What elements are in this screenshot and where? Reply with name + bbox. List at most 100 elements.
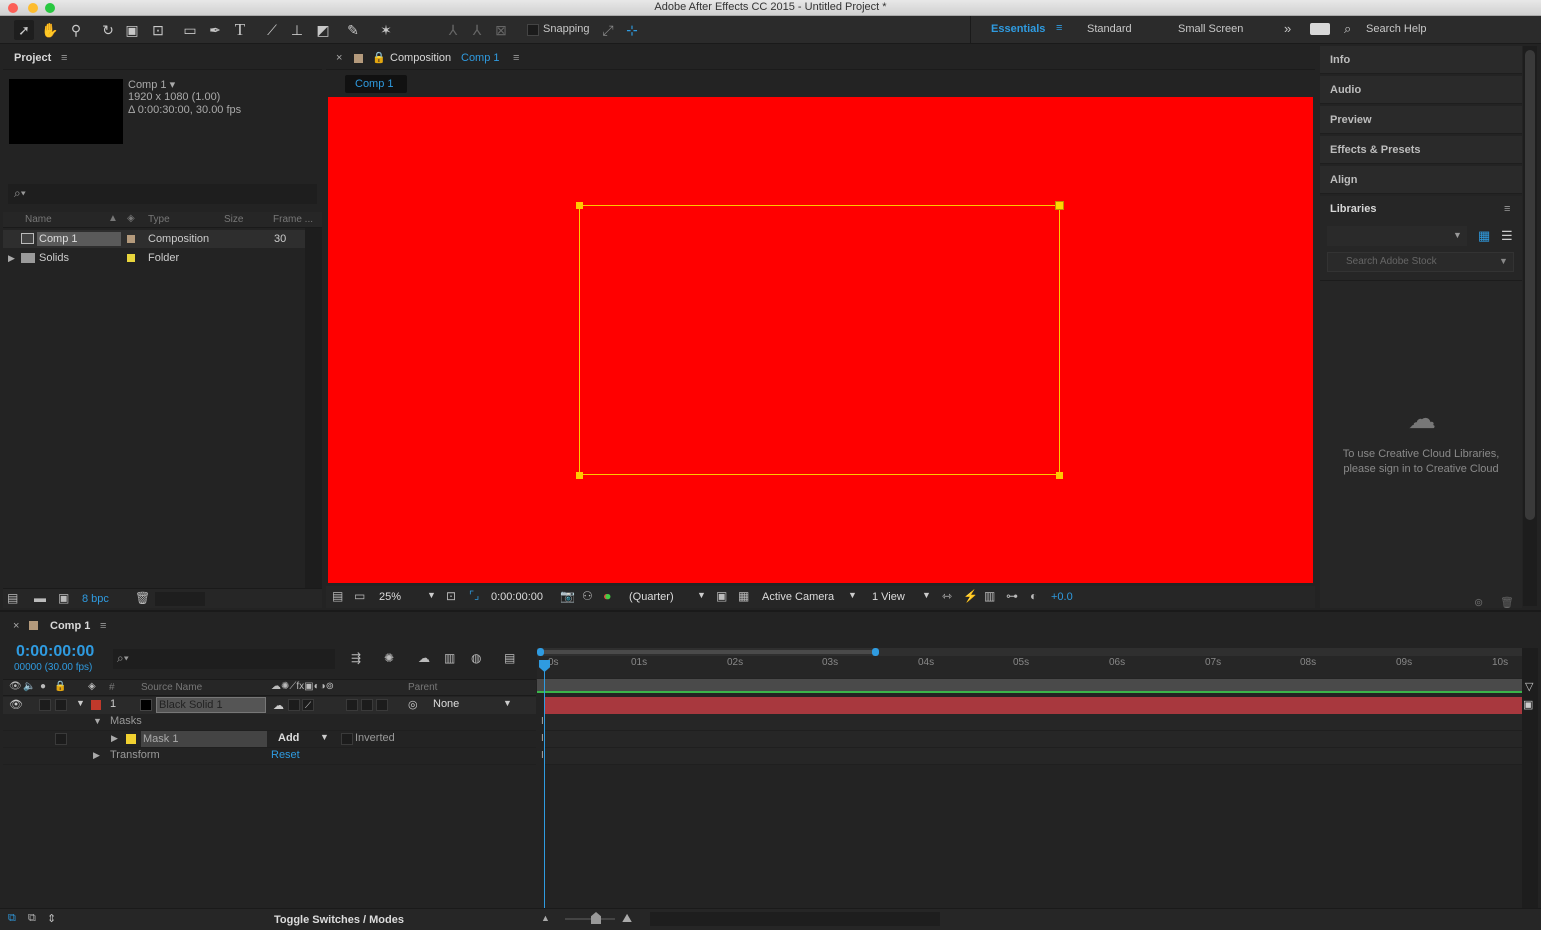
fast-previews-icon[interactable]: ▣ <box>716 589 727 603</box>
rotation-tool-icon[interactable]: ↻ <box>98 20 118 40</box>
workspace-standard[interactable]: Standard <box>1087 23 1132 35</box>
parent-select[interactable]: None <box>433 698 459 710</box>
playhead-line[interactable] <box>544 662 545 908</box>
expand-arrow-icon[interactable]: ▼ <box>93 716 102 726</box>
draft-3d-icon[interactable]: ✺ <box>384 651 394 665</box>
layer-row-black-solid[interactable]: 👁 ▼ 1 Black Solid 1 ☁ ⟋ ◎ None ▼ <box>3 697 536 714</box>
motion-blur-icon[interactable]: ◍ <box>471 651 481 665</box>
snap-edges-icon[interactable]: ⤢ <box>598 20 618 40</box>
fast-draft-icon[interactable]: ⚡ <box>963 589 978 603</box>
hand-tool-icon[interactable]: ✋ <box>40 20 60 40</box>
video-visibility-icon[interactable]: 👁 <box>9 681 22 692</box>
column-parent[interactable]: Parent <box>408 682 437 693</box>
local-axis-icon[interactable]: ⅄ <box>443 20 463 40</box>
label-swatch[interactable] <box>127 254 135 262</box>
masks-group-row[interactable]: ▼ Masks <box>3 714 536 731</box>
mask-name[interactable]: Mask 1 <box>141 731 267 747</box>
right-panel-scrollbar[interactable] <box>1523 46 1537 606</box>
timeline-zoom-slider[interactable] <box>565 918 615 920</box>
label-swatch[interactable] <box>127 235 135 243</box>
navigator-end-handle[interactable] <box>872 648 879 656</box>
project-thumbnail-slider[interactable] <box>155 592 205 606</box>
adjustment-switch[interactable] <box>361 699 373 714</box>
motion-blur-switch[interactable] <box>346 699 358 714</box>
clone-stamp-tool-icon[interactable]: ⊥ <box>287 20 307 40</box>
sync-settings-icon[interactable] <box>1310 23 1330 35</box>
layer-duration-bar[interactable] <box>545 697 1522 714</box>
lock-icon[interactable]: 🔒 <box>54 681 66 692</box>
column-name[interactable]: Name <box>25 214 52 225</box>
list-view-icon[interactable]: ☰ <box>1501 228 1513 244</box>
expand-modes-icon[interactable]: ⧉ <box>28 912 36 925</box>
brush-tool-icon[interactable]: ⟋ <box>262 20 282 40</box>
type-tool-icon[interactable]: T <box>230 20 250 40</box>
project-item-folder[interactable]: ▶ Solids Folder <box>3 249 305 267</box>
transform-reset-link[interactable]: Reset <box>271 749 300 761</box>
adobe-stock-search-input[interactable]: Search Adobe Stock ▼ <box>1327 252 1514 272</box>
quality-switch[interactable]: ⟋ <box>302 699 314 711</box>
project-panel-menu-icon[interactable]: ≡ <box>61 52 67 64</box>
toggle-switches-modes-button[interactable]: Toggle Switches / Modes <box>274 914 404 926</box>
color-channels-icon[interactable]: ●● <box>603 589 612 603</box>
composition-tab-name[interactable]: Comp 1 <box>461 52 500 64</box>
timeline-icon[interactable]: ▥ <box>984 589 995 603</box>
layer-marker-icon[interactable]: ▣ <box>1523 698 1533 711</box>
zoom-in-icon[interactable]: ⛰ <box>622 911 632 926</box>
trash-icon[interactable]: 🗑 <box>1500 596 1514 609</box>
mask-vertex-handle[interactable] <box>576 202 583 209</box>
view-layout-select[interactable]: 1 View <box>872 591 905 603</box>
snap-features-icon[interactable]: ⊹ <box>622 20 642 40</box>
mask-lock-switch[interactable] <box>55 733 67 748</box>
flowchart-icon[interactable]: ⊶ <box>1006 589 1018 603</box>
3d-layer-switch[interactable] <box>376 699 388 714</box>
mask-mode-select[interactable]: Add <box>278 732 299 744</box>
label-column-icon[interactable]: ◈ <box>127 213 135 224</box>
exposure-value[interactable]: +0.0 <box>1051 591 1073 603</box>
roto-brush-tool-icon[interactable]: ✎ <box>343 20 363 40</box>
pan-behind-tool-icon[interactable]: ⊡ <box>148 20 168 40</box>
trash-icon[interactable]: 🗑 <box>135 591 150 605</box>
project-item-name[interactable]: Comp 1 <box>37 232 121 246</box>
comp-info-name[interactable]: Comp 1 ▾ <box>128 78 175 91</box>
expand-arrow-icon[interactable]: ▶ <box>93 750 100 761</box>
pen-tool-icon[interactable]: ✒ <box>205 20 225 40</box>
region-of-interest-icon[interactable]: ⌜⌟ <box>469 589 479 602</box>
library-select[interactable]: ▼ <box>1327 226 1467 246</box>
interpret-footage-icon[interactable]: ▤ <box>7 591 18 605</box>
collapse-switch[interactable] <box>288 699 300 714</box>
libraries-tab[interactable]: Libraries <box>1330 203 1376 215</box>
composition-tab-prefix[interactable]: Composition <box>390 52 451 64</box>
reset-exposure-icon[interactable]: ◐ <box>1030 589 1037 603</box>
shy-switch-icon[interactable]: ☁ <box>273 699 284 712</box>
snapping-checkbox[interactable] <box>527 24 539 36</box>
workspace-essentials[interactable]: Essentials <box>991 23 1045 35</box>
expand-arrow-icon[interactable]: ▶ <box>111 733 118 744</box>
project-tab[interactable]: Project <box>14 52 51 64</box>
mask-path-outline[interactable] <box>579 205 1060 475</box>
chevron-down-icon[interactable]: ▼ <box>848 590 857 600</box>
mask-color-swatch[interactable] <box>126 734 136 744</box>
selection-tool-icon[interactable]: ➚ <box>14 20 34 40</box>
chevron-down-icon[interactable]: ▼ <box>697 590 706 600</box>
mask-row[interactable]: ▶ Mask 1 Add ▼ Inverted <box>3 731 536 748</box>
frame-blending-icon[interactable]: ▥ <box>444 651 455 665</box>
close-panel-icon[interactable]: × <box>13 620 19 632</box>
layer-source-name[interactable]: Black Solid 1 <box>156 697 266 713</box>
chevron-down-icon[interactable]: ▼ <box>427 590 436 600</box>
time-navigator-range[interactable] <box>540 650 876 654</box>
libraries-panel-menu-icon[interactable]: ≡ <box>1504 203 1510 215</box>
search-help-icon[interactable]: ⌕ <box>1344 21 1351 37</box>
composition-mini-flowchart-icon[interactable]: ⇶ <box>351 651 361 665</box>
expand-arrow-icon[interactable]: ▶ <box>8 249 15 267</box>
rectangle-tool-icon[interactable]: ▭ <box>180 20 200 40</box>
visibility-eye-icon[interactable]: 👁 <box>9 698 23 711</box>
preview-panel-tab[interactable]: Preview <box>1320 106 1522 134</box>
expand-in-out-icon[interactable]: ⇕ <box>47 912 56 925</box>
search-help-field[interactable]: Search Help <box>1366 23 1427 35</box>
pixel-aspect-icon[interactable]: ⇿ <box>942 589 952 603</box>
composition-viewer[interactable] <box>328 97 1313 583</box>
time-navigator[interactable] <box>537 648 1522 656</box>
magnification-select[interactable]: 25% <box>379 591 401 603</box>
more-workspaces-icon[interactable]: » <box>1284 21 1291 36</box>
timeline-search-input[interactable]: ⌕▾ <box>113 649 335 669</box>
